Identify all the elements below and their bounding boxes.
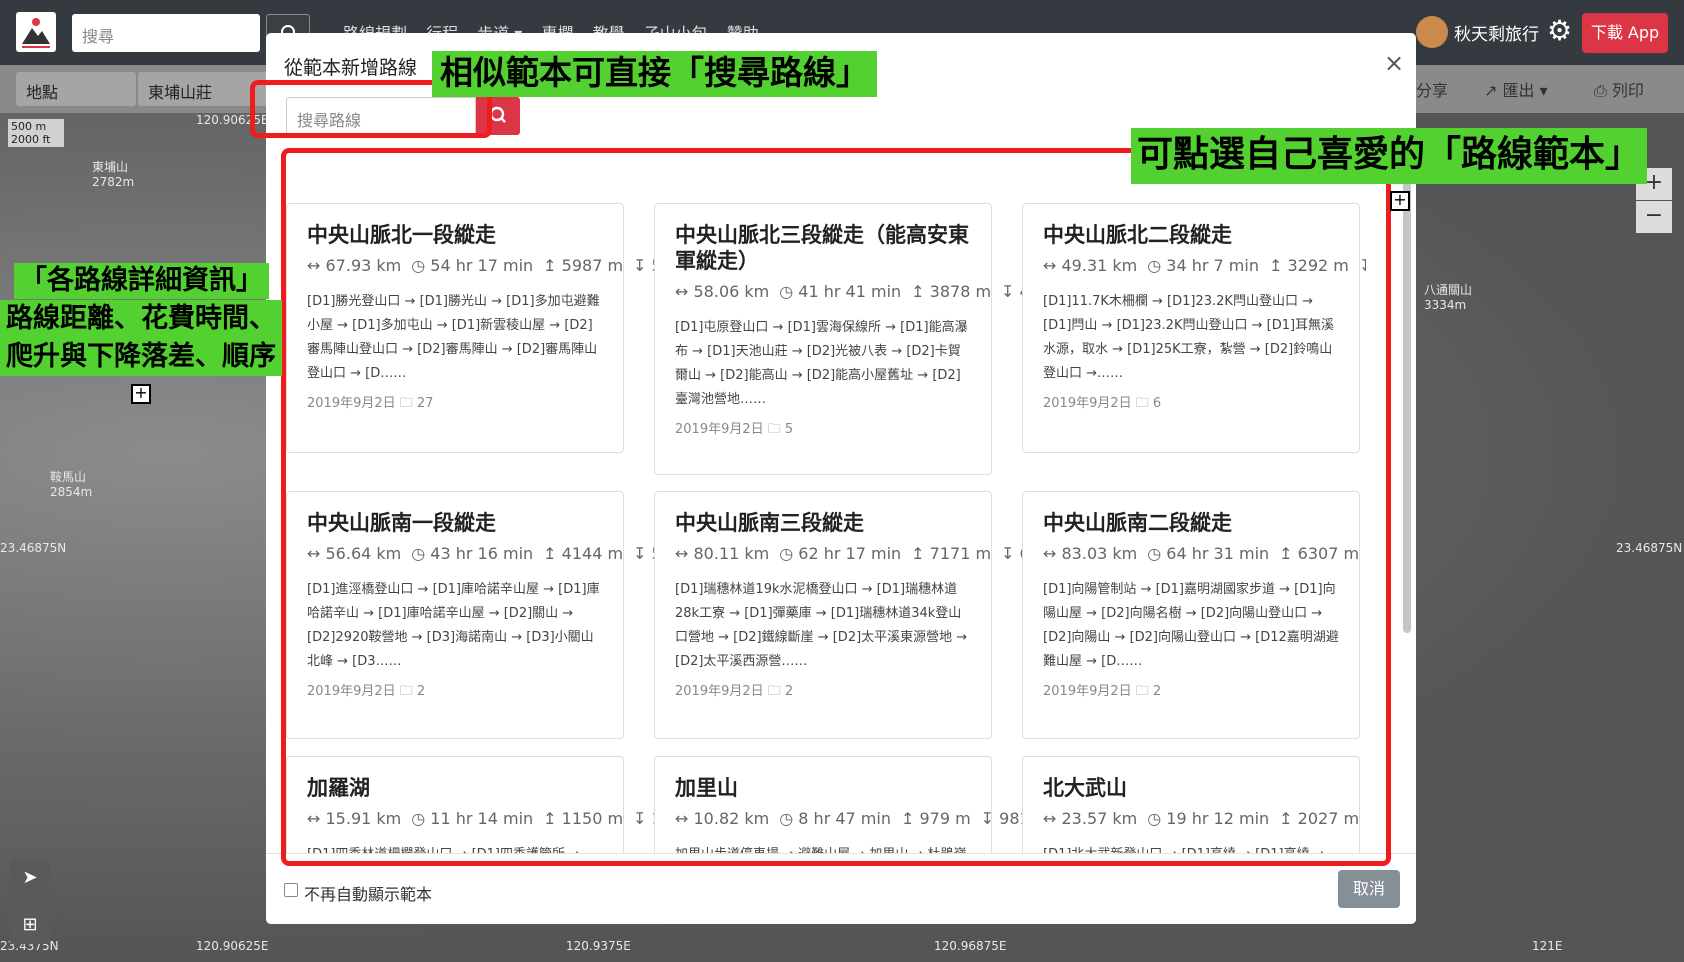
print-button[interactable]: ⎙ 列印	[1594, 77, 1644, 101]
detail-annotation-line2: 路線距離、花費時間、	[0, 300, 282, 338]
place-select[interactable]: 東埔山莊	[138, 72, 268, 106]
pick-hint-annotation: 可點選自己喜愛的「路線範本」	[1131, 128, 1648, 184]
scale-bar: 500 m 2000 ft	[8, 119, 64, 147]
scale-meters: 500 m	[11, 120, 47, 133]
modal-scrollbar[interactable]	[1403, 173, 1411, 633]
layers-icon[interactable]: ⊞	[10, 906, 50, 944]
dont-show-label[interactable]: 不再自動顯示範本	[304, 881, 432, 905]
map-coordinate-label: 23.46875N	[1616, 541, 1683, 555]
locate-icon[interactable]: ➤	[10, 859, 50, 897]
cancel-button[interactable]: 取消	[1338, 870, 1400, 908]
top-search-input[interactable]: 搜尋	[72, 14, 260, 52]
plus-mark-icon: +	[1390, 191, 1410, 211]
share-button[interactable]: 分享	[1416, 77, 1448, 101]
type-select[interactable]: 地點	[16, 72, 136, 106]
map-coordinate-label: 121E	[1532, 939, 1563, 953]
map-coordinate-label: 120.9375E	[566, 939, 631, 953]
search-hint-annotation: 相似範本可直接「搜尋路線」	[432, 51, 877, 97]
logo-icon[interactable]	[16, 12, 56, 52]
modal-title: 從範本新增路線	[284, 57, 418, 79]
detail-annotation-line1: 「各路線詳細資訊」	[14, 263, 269, 299]
dont-show-checkbox[interactable]	[284, 883, 298, 897]
detail-annotation-line3: 爬升與下降落差、順序	[0, 338, 282, 376]
templates-highlight-box	[281, 148, 1391, 866]
export-button[interactable]: ↗ 匯出 ▾	[1484, 77, 1548, 101]
map-coordinate-label: 120.96875E	[934, 939, 1007, 953]
map-peak-label: 鞍馬山 2854m	[50, 470, 93, 499]
gear-icon[interactable]: ⚙	[1547, 14, 1572, 47]
user-name[interactable]: 秋天剩旅行	[1454, 20, 1539, 45]
download-app-button[interactable]: 下載 App	[1582, 13, 1668, 53]
map-peak-label: 八通關山 3334m	[1424, 283, 1473, 312]
close-icon[interactable]: ×	[1384, 49, 1404, 77]
zoom-out-button[interactable]: −	[1636, 201, 1672, 233]
plus-mark-icon: +	[131, 384, 151, 404]
scale-feet: 2000 ft	[11, 133, 51, 146]
map-coordinate-label: 23.46875N	[0, 541, 67, 555]
map-coordinate-label: 120.90625E	[196, 939, 269, 953]
map-peak-label: 東埔山 2782m	[92, 160, 135, 189]
avatar[interactable]	[1416, 16, 1448, 48]
